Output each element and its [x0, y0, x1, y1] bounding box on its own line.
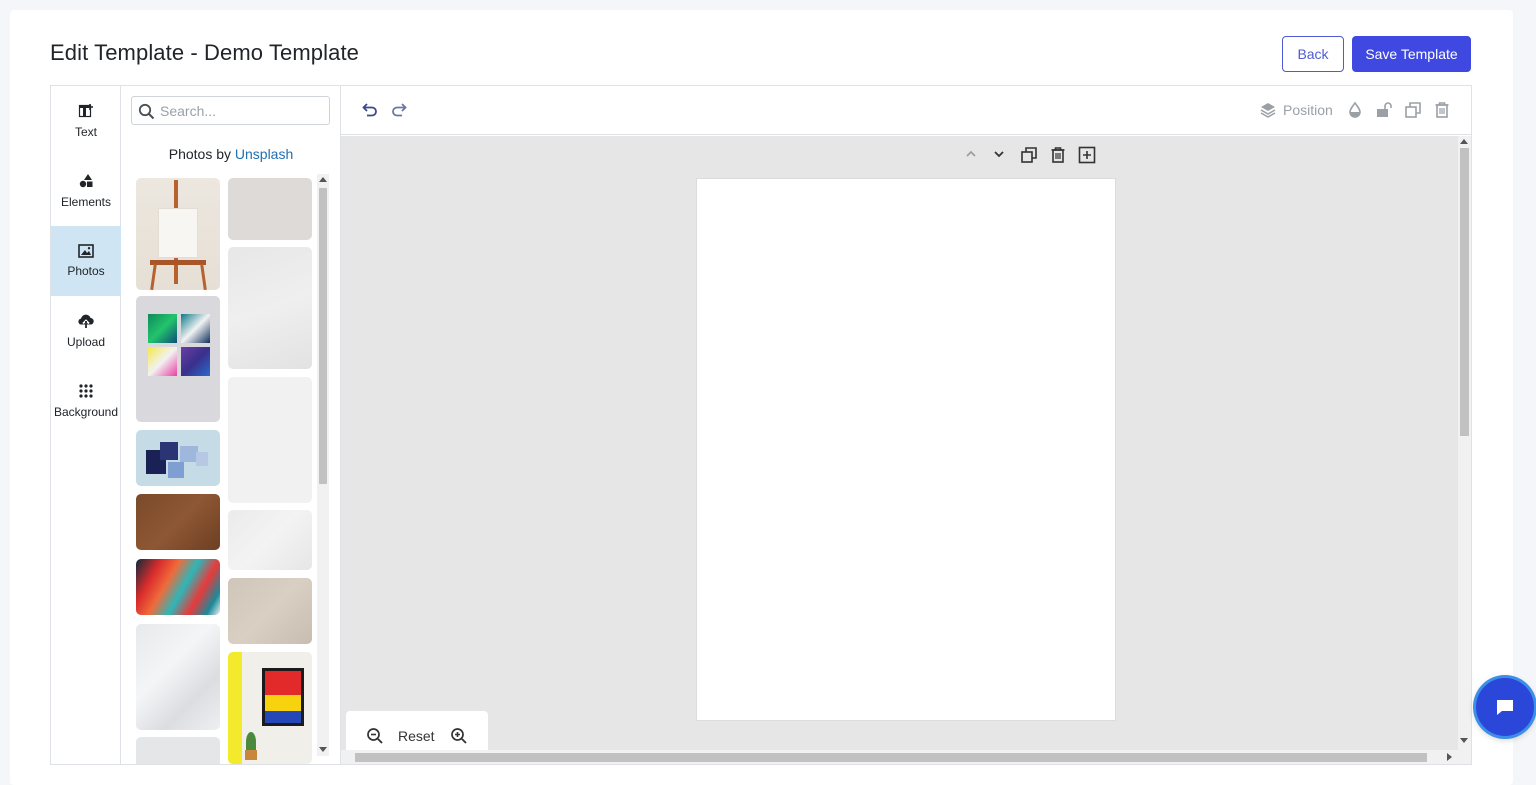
sidebar-item-label: Text — [74, 125, 97, 139]
editor-card: Edit Template - Demo Template Back Save … — [10, 10, 1513, 785]
photo-thumbnail[interactable] — [228, 247, 312, 369]
save-template-button[interactable]: Save Template — [1352, 36, 1471, 72]
photos-panel: Photos by Unsplash — [121, 86, 341, 764]
sidebar-item-label: Background — [53, 405, 119, 419]
credit-prefix: Photos by — [168, 146, 231, 162]
sidebar-item-background[interactable]: Background — [51, 366, 121, 436]
photo-thumbnail[interactable] — [228, 178, 312, 240]
shapes-icon — [79, 174, 93, 188]
unsplash-credit: Photos by Unsplash — [121, 146, 341, 162]
search-icon — [138, 103, 155, 120]
photo-thumbnail[interactable] — [136, 494, 220, 550]
photo-thumbnail[interactable] — [228, 652, 312, 764]
chat-icon — [1497, 700, 1513, 715]
unlock-icon[interactable] — [1375, 101, 1393, 119]
page-title: Edit Template - Demo Template — [50, 40, 360, 65]
unsplash-link[interactable]: Unsplash — [235, 146, 293, 162]
photo-grid — [121, 174, 341, 764]
photo-list-scrollbar[interactable] — [317, 174, 329, 756]
duplicate-page-icon[interactable] — [1020, 146, 1038, 164]
dots-grid-icon — [79, 384, 93, 398]
zoom-controls: Reset — [346, 711, 488, 753]
zoom-reset-button[interactable]: Reset — [398, 728, 435, 744]
tool-sidebar: Text Elements Photos Upload Background — [51, 86, 121, 764]
template-editor: Text Elements Photos Upload Background S… — [50, 85, 1472, 765]
workspace-vertical-scrollbar[interactable] — [1458, 136, 1471, 753]
position-label[interactable]: Position — [1283, 102, 1333, 118]
chat-widget-button[interactable] — [1476, 678, 1534, 736]
cloud-upload-icon — [78, 314, 94, 328]
photo-thumbnail[interactable] — [228, 578, 312, 644]
add-page-icon[interactable] — [1078, 146, 1096, 164]
sidebar-item-upload[interactable]: Upload — [51, 296, 121, 366]
zoom-in-icon[interactable] — [450, 727, 468, 745]
zoom-out-icon[interactable] — [366, 727, 384, 745]
canvas-workspace: Reset — [341, 136, 1458, 753]
photo-thumbnail[interactable] — [136, 430, 220, 486]
duplicate-icon[interactable] — [1404, 101, 1422, 119]
workspace-horizontal-scrollbar[interactable] — [341, 750, 1471, 764]
photo-thumbnail[interactable] — [136, 624, 220, 730]
sidebar-item-label: Elements — [60, 195, 112, 209]
sidebar-item-elements[interactable]: Elements — [51, 156, 121, 226]
editor-toolbar: Position — [341, 86, 1471, 135]
canvas-area: Position Reset — [341, 86, 1471, 764]
delete-page-icon[interactable] — [1050, 146, 1066, 164]
image-icon — [78, 244, 94, 258]
photo-thumbnail[interactable] — [136, 178, 220, 290]
sidebar-item-text[interactable]: Text — [51, 86, 121, 156]
search-input[interactable] — [160, 101, 325, 121]
opacity-drop-icon[interactable] — [1347, 101, 1363, 119]
photo-thumbnail[interactable] — [228, 377, 312, 503]
chevron-up-icon[interactable] — [964, 146, 978, 162]
sidebar-item-label: Upload — [66, 335, 106, 349]
photo-thumbnail[interactable] — [136, 296, 220, 422]
chevron-down-icon[interactable] — [992, 146, 1006, 162]
template-page[interactable] — [696, 178, 1116, 721]
trash-icon[interactable] — [1434, 101, 1450, 119]
redo-icon[interactable] — [390, 101, 408, 119]
undo-icon[interactable] — [361, 101, 379, 119]
text-plus-icon — [78, 104, 93, 118]
photo-thumbnail[interactable] — [136, 737, 220, 764]
layers-icon[interactable] — [1259, 101, 1277, 119]
photo-thumbnail[interactable] — [228, 510, 312, 570]
sidebar-item-photos[interactable]: Photos — [51, 226, 121, 296]
search-box — [131, 96, 330, 125]
sidebar-item-label: Photos — [67, 264, 105, 278]
photo-thumbnail[interactable] — [136, 559, 220, 615]
back-button[interactable]: Back — [1282, 36, 1344, 72]
